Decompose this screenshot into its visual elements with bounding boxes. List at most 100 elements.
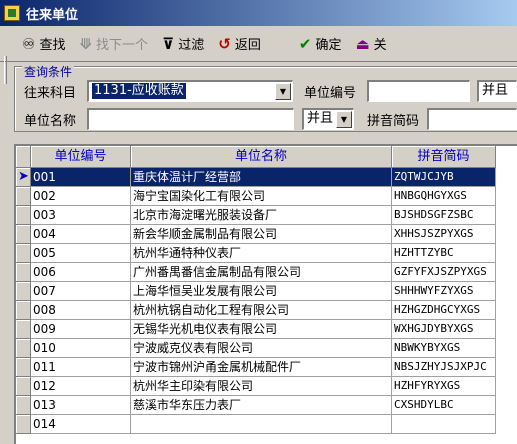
cell-code[interactable]: 009 xyxy=(31,320,131,339)
cell-code[interactable]: 014 xyxy=(31,415,131,434)
cell-code[interactable]: 006 xyxy=(31,263,131,282)
unit-code-input[interactable] xyxy=(367,80,470,102)
cell-name[interactable]: 北京市海淀曙光服装设备厂 xyxy=(131,206,392,225)
row-indicator[interactable] xyxy=(16,244,31,263)
cell-name[interactable]: 无锡华光机电仪表有限公司 xyxy=(131,320,392,339)
row-indicator[interactable] xyxy=(16,206,31,225)
cell-pinyin[interactable]: XHHSJSZPYXGS xyxy=(392,225,496,244)
row-indicator[interactable] xyxy=(16,358,31,377)
app-icon xyxy=(4,5,20,21)
unit-name-label: 单位名称 xyxy=(24,114,77,129)
find-button[interactable]: ♾ 查找 xyxy=(22,29,65,59)
close-button[interactable]: ⏏ 关 xyxy=(355,29,386,59)
back-icon: ↺ xyxy=(218,34,231,53)
table-row[interactable]: 012 杭州华主印染有限公司 HZHFYRYXGS xyxy=(16,377,517,396)
unit-grid[interactable]: 单位编号 单位名称 拼音简码 ➤ 001 重庆体温计厂经营部 ZQTWJCJYB 002… xyxy=(14,144,517,444)
cell-name[interactable]: 宁波威克仪表有限公司 xyxy=(131,339,392,358)
back-button[interactable]: ↺ 返回 xyxy=(218,29,261,59)
cell-code[interactable]: 013 xyxy=(31,396,131,415)
column-header-code[interactable]: 单位编号 xyxy=(31,146,131,168)
row-indicator[interactable] xyxy=(16,377,31,396)
cell-code[interactable]: 011 xyxy=(31,358,131,377)
binoculars-icon: ♾ xyxy=(22,34,36,53)
cell-code[interactable]: 010 xyxy=(31,339,131,358)
table-row[interactable]: 011 宁波市锦州沪甬金属机械配件厂 NBSJZHYJSJXPJC xyxy=(16,358,517,377)
exit-icon: ⏏ xyxy=(355,34,370,53)
cell-pinyin[interactable]: SHHHWYFZYXGS xyxy=(392,282,496,301)
find-next-button[interactable]: ⟱ 找下一个 xyxy=(79,29,148,59)
cell-pinyin[interactable]: HZHFYRYXGS xyxy=(392,377,496,396)
cell-pinyin[interactable]: WXHGJDYBYXGS xyxy=(392,320,496,339)
cell-name[interactable]: 杭州华通特种仪表厂 xyxy=(131,244,392,263)
cell-pinyin[interactable] xyxy=(392,415,496,434)
table-row[interactable]: 013 慈溪市华东压力表厂 CXSHDYLBC xyxy=(16,396,517,415)
filter-button[interactable]: ⊽ 过滤 xyxy=(162,29,204,59)
cell-pinyin[interactable]: HZHTTZYBC xyxy=(392,244,496,263)
cell-name[interactable]: 重庆体温计厂经营部 xyxy=(131,168,392,187)
pinyin-input[interactable] xyxy=(427,108,517,130)
cell-pinyin[interactable]: GZFYFXJSZPYXGS xyxy=(392,263,496,282)
table-row[interactable]: 014 xyxy=(16,415,517,434)
cell-name[interactable]: 广州番禺番信金属制品有限公司 xyxy=(131,263,392,282)
unit-code-op-select[interactable]: 并且 xyxy=(477,80,517,102)
table-row[interactable]: 003 北京市海淀曙光服装设备厂 BJSHDSGFZSBC xyxy=(16,206,517,225)
cell-code[interactable]: 005 xyxy=(31,244,131,263)
table-row[interactable]: ➤ 001 重庆体温计厂经营部 ZQTWJCJYB xyxy=(16,168,517,187)
toolbar: ♾ 查找 ⟱ 找下一个 ⊽ 过滤 ↺ 返回 ✔ 确定 ⏏ 关 xyxy=(0,26,517,84)
column-header-pinyin[interactable]: 拼音简码 xyxy=(392,146,496,168)
cell-code[interactable]: 004 xyxy=(31,225,131,244)
column-header-name[interactable]: 单位名称 xyxy=(131,146,392,168)
cell-pinyin[interactable]: ZQTWJCJYB xyxy=(392,168,496,187)
cell-name[interactable]: 新会华顺金属制品有限公司 xyxy=(131,225,392,244)
table-row[interactable]: 002 海宁宝国染化工有限公司 HNBGQHGYXGS xyxy=(16,187,517,206)
row-indicator[interactable] xyxy=(16,263,31,282)
cell-name[interactable]: 杭州华主印染有限公司 xyxy=(131,377,392,396)
subject-combo[interactable]: 1131-应收账款 ▼ xyxy=(87,80,293,102)
subject-value: 1131-应收账款 xyxy=(92,83,186,99)
unit-name-input[interactable] xyxy=(87,108,294,130)
unit-name-op-select[interactable]: 并且 ▼ xyxy=(302,108,354,130)
cell-name[interactable]: 海宁宝国染化工有限公司 xyxy=(131,187,392,206)
cell-pinyin[interactable]: NBSJZHYJSJXPJC xyxy=(392,358,496,377)
cell-pinyin[interactable]: NBWKYBYXGS xyxy=(392,339,496,358)
row-indicator[interactable]: ➤ xyxy=(16,168,31,187)
table-row[interactable]: 010 宁波威克仪表有限公司 NBWKYBYXGS xyxy=(16,339,517,358)
cell-pinyin[interactable]: CXSHDYLBC xyxy=(392,396,496,415)
cell-pinyin[interactable]: HNBGQHGYXGS xyxy=(392,187,496,206)
cell-pinyin[interactable]: HZHGZDHGCYXGS xyxy=(392,301,496,320)
cell-pinyin[interactable]: BJSHDSGFZSBC xyxy=(392,206,496,225)
cell-name[interactable]: 宁波市锦州沪甬金属机械配件厂 xyxy=(131,358,392,377)
cell-code[interactable]: 007 xyxy=(31,282,131,301)
row-indicator[interactable] xyxy=(16,320,31,339)
row-indicator[interactable] xyxy=(16,339,31,358)
cell-code[interactable]: 001 xyxy=(31,168,131,187)
cell-code[interactable]: 008 xyxy=(31,301,131,320)
chevron-down-icon[interactable]: ▼ xyxy=(275,83,291,100)
table-row[interactable]: 004 新会华顺金属制品有限公司 XHHSJSZPYXGS xyxy=(16,225,517,244)
cell-name[interactable]: 慈溪市华东压力表厂 xyxy=(131,396,392,415)
table-row[interactable]: 006 广州番禺番信金属制品有限公司 GZFYFXJSZPYXGS xyxy=(16,263,517,282)
checkmark-icon: ✔ xyxy=(298,34,312,53)
table-row[interactable]: 009 无锡华光机电仪表有限公司 WXHGJDYBYXGS xyxy=(16,320,517,339)
row-indicator[interactable] xyxy=(16,396,31,415)
query-legend: 查询条件 xyxy=(22,65,75,79)
table-row[interactable]: 008 杭州杭锅自动化工程有限公司 HZHGZDHGCYXGS xyxy=(16,301,517,320)
toolbar-grip xyxy=(4,56,7,84)
cell-code[interactable]: 003 xyxy=(31,206,131,225)
chevron-down-icon[interactable]: ▼ xyxy=(336,111,352,128)
window-title: 往来单位 xyxy=(26,7,79,23)
ok-button[interactable]: ✔ 确定 xyxy=(299,29,342,59)
row-indicator[interactable] xyxy=(16,187,31,206)
cell-name[interactable]: 上海华恒吴业发展有限公司 xyxy=(131,282,392,301)
row-indicator[interactable] xyxy=(16,225,31,244)
table-row[interactable]: 005 杭州华通特种仪表厂 HZHTTZYBC xyxy=(16,244,517,263)
row-indicator[interactable] xyxy=(16,415,31,434)
cell-code[interactable]: 012 xyxy=(31,377,131,396)
cell-name[interactable]: 杭州杭锅自动化工程有限公司 xyxy=(131,301,392,320)
cell-code[interactable]: 002 xyxy=(31,187,131,206)
row-indicator[interactable] xyxy=(16,282,31,301)
pinyin-label: 拼音简码 xyxy=(367,114,420,129)
table-row[interactable]: 007 上海华恒吴业发展有限公司 SHHHWYFZYXGS xyxy=(16,282,517,301)
cell-name[interactable] xyxy=(131,415,392,434)
row-indicator[interactable] xyxy=(16,301,31,320)
